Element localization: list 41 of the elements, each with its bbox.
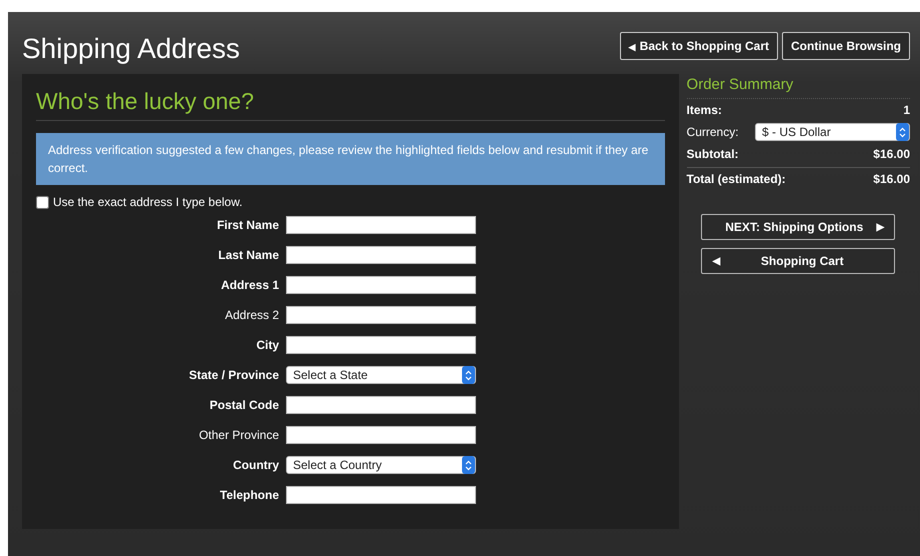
header-button[interactable]: ◀ Back to Shopping Cart [620,32,778,60]
text-field[interactable] [286,396,476,414]
spinner-icon [462,456,475,474]
field-label: Telephone [218,487,280,504]
field-label: State / Province [188,367,280,384]
summary-value: $16.00 [873,146,910,164]
page-title: Shipping Address [22,32,240,66]
summary-button[interactable]: NEXT: Shipping Options ▶ [701,214,896,240]
field-label: Other Province [198,427,280,444]
summary-value: 1 [903,102,910,120]
currency-select[interactable]: $ - US Dollar [755,123,910,142]
text-field[interactable] [286,216,476,234]
header-button[interactable]: Continue Browsing [782,32,910,60]
text-field[interactable] [286,426,476,444]
exact-address-checkbox[interactable] [36,196,49,209]
select-field[interactable]: Select a State [286,366,476,384]
summary-label: Subtotal: [686,146,739,164]
summary-label: Items: [686,102,722,120]
summary-title: Order Summary [686,74,910,100]
summary-label: Total (estimated): [686,171,786,188]
text-field[interactable] [286,486,476,504]
field-label: Country [232,457,280,474]
field-label: Last Name [217,247,280,264]
text-field[interactable] [286,276,476,294]
field-label: City [255,337,280,354]
summary-label: Currency: [686,125,739,140]
spinner-icon [896,123,909,142]
summary-button[interactable]: ◀ Shopping Cart [701,248,896,274]
select-field[interactable]: Select a Country [286,456,476,474]
summary-value: $16.00 [873,171,910,188]
spinner-icon [462,366,475,384]
text-field[interactable] [286,336,476,354]
form-heading: Who's the lucky one? [36,88,665,122]
text-field[interactable] [286,306,476,324]
field-label: First Name [216,217,280,234]
field-label: Address 2 [224,307,280,324]
field-label: Address 1 [220,277,280,294]
verification-alert: Address verification suggested a few changes, please review the highlighted fields below and resubmit if they are correct. [36,133,665,186]
text-field[interactable] [286,246,476,264]
field-label: Postal Code [208,397,280,414]
checkbox-label: Use the exact address I type below. [53,194,242,212]
